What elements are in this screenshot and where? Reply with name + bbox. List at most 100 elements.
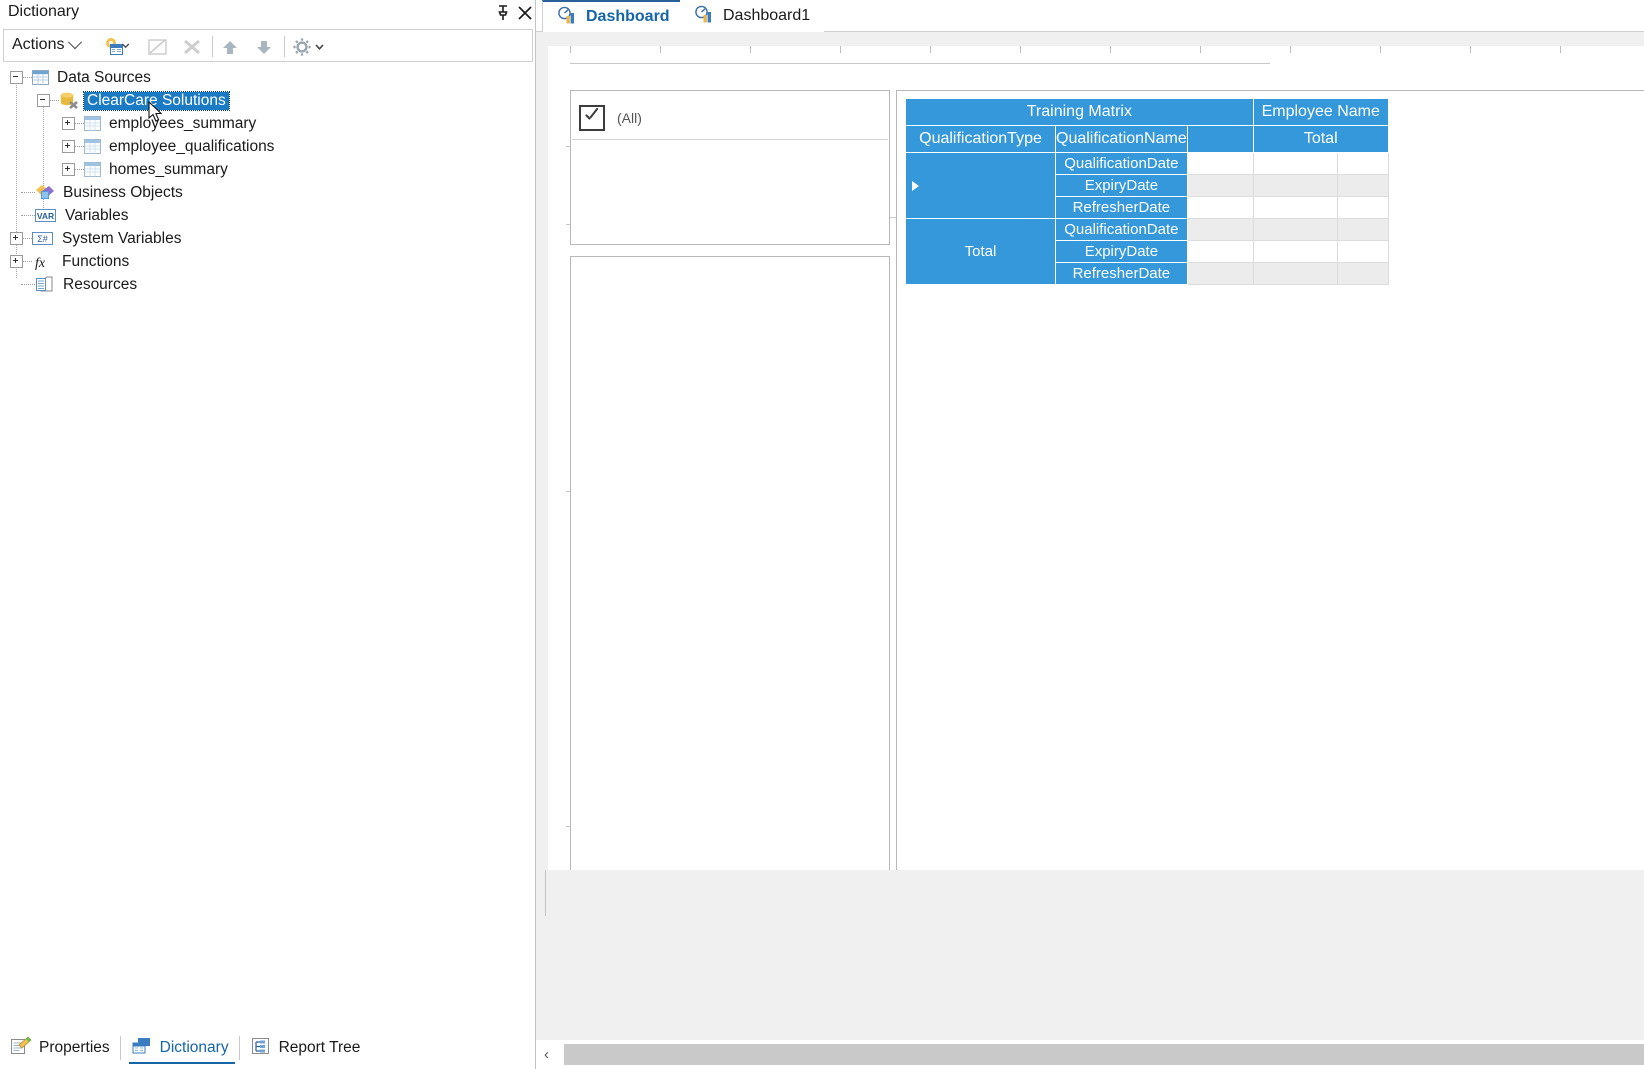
matrix-measure-label: RefresherDate bbox=[1055, 262, 1188, 285]
tree-connector bbox=[23, 76, 32, 79]
training-matrix-table[interactable]: Training Matrix Employee Name Qualificat… bbox=[905, 98, 1389, 285]
bottom-tab-properties[interactable]: Properties bbox=[0, 1031, 120, 1065]
bottom-tab-label: Report Tree bbox=[278, 1039, 361, 1056]
ruler-tick bbox=[1200, 46, 1201, 53]
tree-item-label: employee_qualifications bbox=[109, 137, 275, 155]
tab-label: Dashboard1 bbox=[723, 7, 811, 24]
tree-item-clearcare-solutions[interactable]: ClearCare Solutions bbox=[0, 89, 536, 112]
tree-item-label: Data Sources bbox=[57, 68, 151, 86]
new-item-icon[interactable] bbox=[99, 34, 137, 59]
expander-plus-icon[interactable] bbox=[62, 140, 75, 153]
move-up-icon[interactable] bbox=[216, 34, 244, 59]
matrix-row: Total QualificationDate bbox=[905, 218, 1389, 285]
filter-panel[interactable]: (All) bbox=[570, 90, 890, 245]
dictionary-panel: Dictionary Actions Data Sources ClearCar… bbox=[0, 0, 536, 1069]
tab-dashboard1[interactable]: Dashboard1 bbox=[680, 0, 825, 32]
matrix-value-cell bbox=[1186, 196, 1254, 219]
tree-item-data-sources[interactable]: Data Sources bbox=[0, 66, 536, 89]
matrix-measure-label: RefresherDate bbox=[1055, 196, 1188, 219]
ruler-tick bbox=[750, 46, 751, 53]
table-icon bbox=[84, 116, 101, 131]
matrix-group-cell[interactable] bbox=[905, 152, 1056, 219]
tree-item-business-objects[interactable]: Business Objects bbox=[0, 181, 536, 204]
scrollbar-thumb[interactable] bbox=[564, 1044, 1644, 1065]
report-canvas[interactable]: Trial bbox=[536, 32, 1644, 870]
chevron-down-icon bbox=[68, 34, 83, 50]
report-tree-icon bbox=[250, 1036, 272, 1060]
matrix-value-cell bbox=[1336, 240, 1389, 263]
dictionary-tree: Data Sources ClearCare Solutions employe… bbox=[0, 66, 536, 296]
actions-menu-button[interactable]: Actions bbox=[12, 34, 83, 54]
matrix-value-cell bbox=[1186, 262, 1254, 285]
list-divider bbox=[572, 139, 888, 140]
functions-icon: fx bbox=[32, 254, 54, 270]
matrix-value-cell bbox=[1336, 196, 1389, 219]
matrix-row: QualificationDate bbox=[905, 152, 1389, 219]
svg-text:Σ#: Σ# bbox=[37, 234, 48, 244]
tree-connector bbox=[75, 168, 84, 171]
matrix-col-qualificationname: QualificationName bbox=[1055, 125, 1188, 153]
tree-item-system-variables[interactable]: Σ# System Variables bbox=[0, 227, 536, 250]
tree-item-label: Variables bbox=[65, 206, 129, 224]
tree-item-label: System Variables bbox=[62, 229, 182, 247]
expander-minus-icon[interactable] bbox=[37, 94, 50, 107]
dictionary-toolbar: Actions bbox=[3, 29, 533, 62]
tree-item-homes-summary[interactable]: homes_summary bbox=[0, 158, 536, 181]
bottom-tab-label: Properties bbox=[39, 1039, 110, 1056]
matrix-column-header: Employee Name bbox=[1252, 98, 1389, 126]
horizontal-scrollbar[interactable]: ‹ bbox=[536, 1040, 1644, 1069]
matrix-title-row: Training Matrix Employee Name bbox=[905, 98, 1389, 126]
application-window: Dictionary Actions Data Sources ClearCar… bbox=[0, 0, 1644, 1069]
variables-icon: VAR bbox=[35, 208, 57, 223]
settings-gear-icon[interactable] bbox=[289, 34, 327, 59]
close-icon[interactable] bbox=[516, 3, 534, 23]
matrix-value-cell bbox=[1336, 152, 1389, 175]
tab-label: Dashboard bbox=[586, 8, 670, 25]
ruler-tick bbox=[660, 46, 661, 53]
tree-item-resources[interactable]: Resources bbox=[0, 273, 536, 296]
ruler-tick bbox=[1560, 46, 1561, 53]
mouse-cursor bbox=[148, 100, 164, 129]
tree-item-employees-summary[interactable]: employees_summary bbox=[0, 112, 536, 135]
ruler-tick bbox=[1470, 46, 1471, 53]
tab-dashboard[interactable]: Dashboard bbox=[542, 0, 685, 32]
matrix-value-cell bbox=[1336, 218, 1389, 241]
matrix-measure-label: ExpiryDate bbox=[1055, 174, 1188, 197]
expander-plus-icon[interactable] bbox=[10, 232, 23, 245]
checkbox-all[interactable] bbox=[579, 105, 605, 131]
matrix-value-cell bbox=[1336, 262, 1389, 285]
expander-plus-icon[interactable] bbox=[62, 163, 75, 176]
panel-title: Dictionary bbox=[8, 3, 80, 20]
matrix-measure-label: QualificationDate bbox=[1055, 152, 1188, 175]
scroll-left-arrow-icon[interactable]: ‹ bbox=[544, 1046, 549, 1063]
tree-item-employee-qualifications[interactable]: employee_qualifications bbox=[0, 135, 536, 158]
matrix-value-cell bbox=[1252, 196, 1338, 219]
empty-left-panel[interactable] bbox=[570, 256, 890, 870]
bottom-tab-report-tree[interactable]: Report Tree bbox=[240, 1031, 371, 1065]
move-down-icon[interactable] bbox=[250, 34, 278, 59]
tree-item-label: homes_summary bbox=[109, 160, 228, 178]
matrix-value-cell bbox=[1252, 174, 1338, 197]
matrix-header-row: QualificationType QualificationName Tota… bbox=[905, 125, 1389, 153]
database-icon bbox=[59, 92, 79, 110]
tree-item-functions[interactable]: fx Functions bbox=[0, 250, 536, 273]
matrix-col-qualificationtype: QualificationType bbox=[905, 125, 1056, 153]
expander-minus-icon[interactable] bbox=[10, 71, 23, 84]
tree-item-variables[interactable]: VAR Variables bbox=[0, 204, 536, 227]
tree-connector bbox=[75, 122, 84, 125]
matrix-value-cell bbox=[1252, 218, 1338, 241]
tree-connector bbox=[75, 145, 84, 148]
dictionary-title-bar: Dictionary bbox=[0, 0, 536, 28]
tree-connector bbox=[50, 99, 59, 102]
pin-icon[interactable] bbox=[494, 3, 512, 23]
expand-triangle-icon[interactable] bbox=[912, 180, 919, 191]
system-variables-icon: Σ# bbox=[32, 231, 54, 246]
expander-plus-icon[interactable] bbox=[62, 117, 75, 130]
status-separator bbox=[545, 870, 546, 916]
expander-plus-icon[interactable] bbox=[10, 255, 23, 268]
all-checkbox-row[interactable]: (All) bbox=[579, 105, 642, 131]
bottom-tab-dictionary[interactable]: Dictionary bbox=[121, 1031, 239, 1065]
matrix-value-cell bbox=[1186, 174, 1254, 197]
matrix-value-cell bbox=[1252, 262, 1338, 285]
matrix-value-cell bbox=[1186, 152, 1254, 175]
